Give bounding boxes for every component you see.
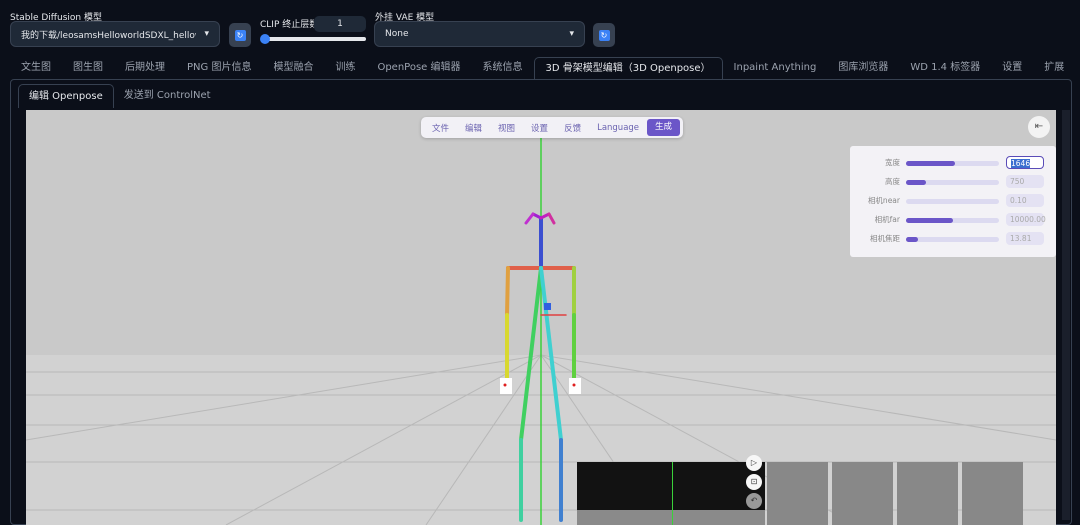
clip-label: CLIP 终止层数 [260,20,319,30]
near-input[interactable]: 0.10 [1006,194,1044,207]
camera-preview [577,462,765,525]
far-input[interactable]: 10000.00 [1006,213,1046,226]
far-slider[interactable] [906,218,999,223]
tab-system-info[interactable]: 系统信息 [472,57,534,79]
collapse-panel-button[interactable]: ⇤ [1028,116,1050,138]
clip-slider-thumb[interactable] [260,34,270,44]
setting-label: 相机far [874,215,900,224]
vae-value: None [385,29,409,39]
tab-image-browser[interactable]: 图库浏览器 [827,57,899,79]
setting-focal: 相机焦距 13.81 [850,232,1056,246]
refresh-icon: ↻ [598,29,610,41]
menu-edit[interactable]: 编辑 [457,122,490,134]
tab-3d-openpose[interactable]: 3D 骨架模型编辑（3D Openpose） [533,57,723,79]
tab-extras[interactable]: 后期处理 [114,57,176,79]
width-input[interactable]: 1646 [1006,156,1044,169]
menu-feedback[interactable]: 反馈 [556,122,589,134]
tab-inpaint-anything[interactable]: Inpaint Anything [723,57,828,79]
play-icon[interactable]: ▷ [746,455,762,471]
tab-img2img[interactable]: 图生图 [62,57,114,79]
vae-select[interactable]: None ▾ [374,21,585,47]
refresh-model-button[interactable]: ↻ [229,23,251,47]
width-slider[interactable] [906,161,999,166]
setting-label: 宽度 [885,158,900,167]
clip-value-input[interactable]: 1 [314,16,366,32]
subtab-send-to-controlnet[interactable]: 发送到 ControlNet [114,84,221,108]
setting-far: 相机far 10000.00 [850,213,1056,227]
tab-txt2img[interactable]: 文生图 [10,57,62,79]
menu-settings[interactable]: 设置 [523,122,556,134]
pose-thumbnail[interactable] [767,462,828,525]
sub-tabs: 编辑 Openpose 发送到 ControlNet [18,84,221,108]
tab-train[interactable]: 训练 [324,57,366,79]
subtab-edit-openpose[interactable]: 编辑 Openpose [18,84,114,108]
pose-thumbnail[interactable] [897,462,958,525]
setting-height: 高度 750 [850,175,1056,189]
sd-model-select[interactable]: 我的下载/leosamsHelloworldSDXL_helloworldS ▾ [10,21,220,47]
main-tabs: 文生图 图生图 后期处理 PNG 图片信息 模型融合 训练 OpenPose 编… [10,57,1075,79]
clip-slider[interactable] [260,34,366,44]
tab-extensions[interactable]: 扩展 [1033,57,1075,79]
sd-model-value: 我的下载/leosamsHelloworldSDXL_helloworldS [21,30,196,41]
near-slider[interactable] [906,199,999,204]
tab-settings[interactable]: 设置 [991,57,1033,79]
menu-file[interactable]: 文件 [424,122,457,134]
setting-near: 相机near 0.10 [850,194,1056,208]
chevron-down-icon: ▾ [204,29,209,39]
editor-menubar: 文件 编辑 视图 设置 反馈 Language 生成 [421,117,684,138]
setting-label: 相机near [867,196,900,205]
tab-openpose-editor[interactable]: OpenPose 编辑器 [366,57,471,79]
focal-input[interactable]: 13.81 [1006,232,1044,245]
height-slider[interactable] [906,180,999,185]
unlock-icon[interactable]: ⊡ [746,474,762,490]
refresh-icon: ↻ [234,29,246,41]
3d-viewport[interactable]: 文件 编辑 视图 设置 反馈 Language 生成 ⇤ 宽度 1646 高度 75… [26,110,1056,525]
undo-icon[interactable]: ↶ [746,493,762,509]
menu-view[interactable]: 视图 [490,122,523,134]
scrollbar[interactable] [1062,110,1070,520]
camera-settings-panel: 宽度 1646 高度 750 相机near 0.10 相机far 10000.00 相机… [850,146,1056,257]
pose-thumbnail[interactable] [832,462,893,525]
focal-slider[interactable] [906,237,999,242]
pose-thumbnail[interactable] [962,462,1023,525]
chevron-down-icon: ▾ [569,29,574,39]
height-input[interactable]: 750 [1006,175,1044,188]
tab-merge[interactable]: 模型融合 [262,57,324,79]
tab-wd14-tagger[interactable]: WD 1.4 标签器 [899,57,991,79]
menu-language[interactable]: Language [589,123,647,133]
tab-png-info[interactable]: PNG 图片信息 [176,57,262,79]
setting-label: 高度 [885,177,900,186]
setting-width: 宽度 1646 [850,156,1056,170]
setting-label: 相机焦距 [870,234,900,243]
refresh-vae-button[interactable]: ↻ [593,23,615,47]
generate-button[interactable]: 生成 [647,119,681,136]
